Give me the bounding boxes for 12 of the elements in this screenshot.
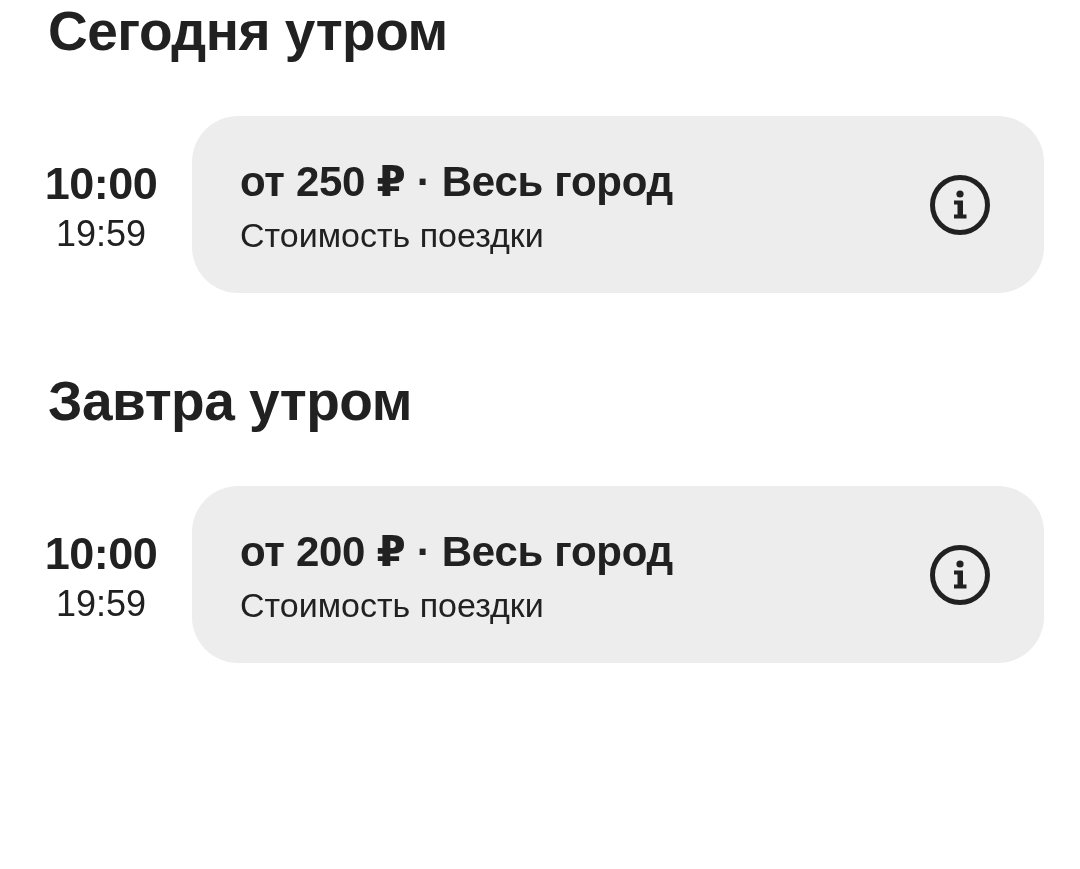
end-time: 19:59: [55, 211, 147, 256]
price-title: от 250 ₽ · Весь город: [240, 156, 673, 207]
price-caption: Стоимость поездки: [240, 214, 545, 256]
end-time: 19:59: [55, 581, 147, 626]
info-icon[interactable]: [930, 544, 990, 605]
start-time: 10:00: [44, 156, 158, 211]
price-caption: Стоимость поездки: [240, 584, 545, 626]
section-heading: Сегодня утром: [48, 0, 448, 62]
info-icon[interactable]: [930, 174, 990, 235]
price-title: от 200 ₽ · Весь город: [240, 526, 673, 577]
section-heading: Завтра утром: [48, 370, 412, 432]
start-time: 10:00: [44, 526, 158, 581]
